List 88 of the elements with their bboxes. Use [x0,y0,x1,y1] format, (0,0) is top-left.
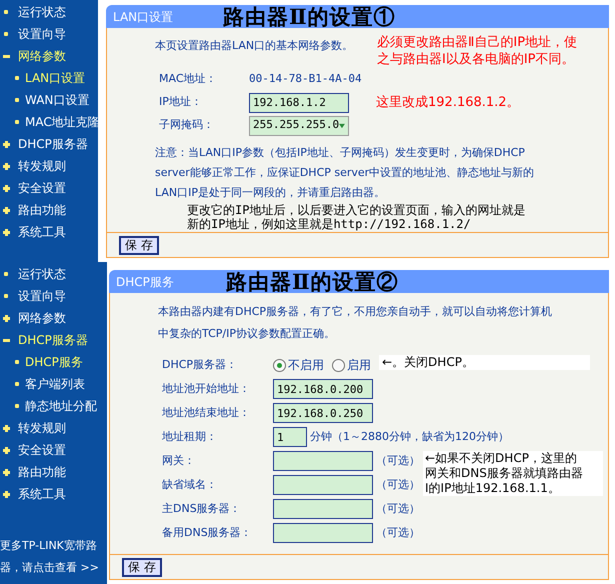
select-field[interactable]: 255.255.255.0 [249,116,349,136]
sidebar-item[interactable]: DHCP服务 [0,351,107,373]
annotation-title: 路由器Ⅱ的设置① [223,6,396,27]
plus-icon [3,162,10,170]
bullet-icon [15,98,19,102]
field-label: 地址租期： [161,428,218,445]
sidebar-item[interactable]: 安全设置 [0,177,98,199]
hint-text: （可选） [376,524,420,541]
field-label: DHCP服务器： [161,356,238,373]
field-label: 网关： [161,452,196,469]
input-field[interactable] [273,523,373,543]
field-label: 子网掩码： [158,117,215,134]
plus-icon [3,140,10,148]
radio-option[interactable]: 启用 [332,356,371,374]
sidebar-item[interactable]: DHCP服务器 [0,329,107,351]
sidebar-item[interactable]: MAC地址克隆 [0,111,98,133]
plus-icon [3,424,10,432]
field-label: 主DNS服务器： [161,500,242,517]
annotation: 更改它的IP地址后，以后要进入它的设置页面，输入的网址就是 新的IP地址，例如这里就是http://192.168.1.2/ [187,203,526,231]
hint-text: （可选） [376,476,420,493]
sidebar-item[interactable]: WAN口设置 [0,89,98,111]
plus-icon [3,314,10,322]
sidebar-item[interactable]: LAN口设置 [0,67,98,89]
sidebar-item[interactable]: 转发规则 [0,155,98,177]
sidebar-item[interactable]: 客户端列表 [0,373,107,395]
plus-icon [3,446,10,454]
field-label: MAC地址： [158,71,218,88]
note-text: 注意：当LAN口IP参数（包括IP地址、子网掩码）发生变更时，为确保DHCP server能够正常工作，应保证DHCP server中设置的地址池、静态地址与新的LAN口IP是处于同一网段的，并请重启路由器。 [155,145,536,201]
sidebar-item[interactable]: 运行状态 [0,263,107,285]
radio-option[interactable]: 不启用 [273,356,324,374]
sidebar-item[interactable]: 网络参数 [0,307,107,329]
sidebar-item[interactable]: 网络参数 [0,45,98,67]
plus-icon [3,206,10,214]
annotation-title: 路由器Ⅱ的设置② [226,271,399,292]
intro-text: 本路由器内建有DHCP服务器，有了它，不用您亲自动手，就可以自动将您计算机中复杂的TCP/IP协议参数配置正确。 [158,304,553,342]
sidebar-item[interactable]: 设置向导 [0,285,107,307]
bullet-icon [15,382,19,386]
plus-icon [3,468,10,476]
annotation: ←。关闭DHCP。 [379,355,590,370]
bullet-icon [15,120,19,124]
sidebar-item[interactable]: 系统工具 [0,221,98,243]
field-label: IP地址： [158,94,203,110]
hint-text: 分钟（1～2880分钟，缺省为120分钟） [310,428,509,445]
sidebar-item[interactable]: 静态地址分配 [0,395,107,417]
input-field[interactable] [273,451,373,471]
plus-icon [3,228,10,236]
plus-icon [3,490,10,498]
input-field[interactable] [273,499,373,519]
panel-title: DHCP服务 [115,274,175,290]
save-button[interactable]: 保 存 [119,236,159,255]
sidebar-item[interactable]: 系统工具 [0,483,107,505]
sidebar-item[interactable]: 设置向导 [0,23,98,45]
bullet-icon [15,404,19,408]
annotation: 必须更改路由器Ⅱ自己的IP地址，使 之与路由器Ⅰ以及各电脑的IP不同。 [377,34,578,68]
minus-icon [3,54,10,58]
bullet-icon [15,360,19,364]
annotation: ←如果不关闭DHCP，这里的 网关和DNS服务器就填路由器 Ⅰ的IP地址192.168.1.1。 [423,451,603,496]
annotation: 这里改成192.168.1.2。 [376,94,520,111]
bullet-icon [4,10,8,14]
hint-text: （可选） [376,500,420,517]
field-label: 备用DNS服务器： [161,524,253,541]
mac-address: 00-14-78-B1-4A-04 [249,71,362,88]
sidebar-item[interactable]: 路由功能 [0,199,98,221]
sidebar-item[interactable]: 安全设置 [0,439,107,461]
intro-text: 本页设置路由器LAN口的基本网络参数。 [155,38,354,54]
plus-icon [3,184,10,192]
field-label: 缺省域名： [161,476,218,493]
more-link[interactable]: 更多TP-LINK宽带路 器，请点击查看 >> [0,535,107,579]
sidebar-item[interactable]: 转发规则 [0,417,107,439]
input-field[interactable]: 1 [273,427,307,447]
save-button[interactable]: 保 存 [122,558,162,577]
bullet-icon [15,76,19,80]
bullet-icon [4,294,8,298]
sidebar-item[interactable]: 运行状态 [0,1,98,23]
hint-text: （可选） [376,452,420,469]
field-label: 地址池结束地址： [161,404,251,421]
field-label: 地址池开始地址： [161,380,251,397]
input-field[interactable]: 192.168.0.250 [273,403,373,423]
bullet-icon [4,272,8,276]
sidebar-item[interactable]: 路由功能 [0,461,107,483]
bullet-icon [4,32,8,36]
dropdown-arrow-icon [339,122,345,130]
input-field[interactable] [273,475,373,495]
panel-title: LAN口设置 [112,8,174,26]
sidebar-item[interactable]: DHCP服务器 [0,133,98,155]
minus-icon [3,338,10,342]
input-field[interactable]: 192.168.0.200 [273,379,373,399]
input-field[interactable]: 192.168.1.2 [249,92,349,112]
